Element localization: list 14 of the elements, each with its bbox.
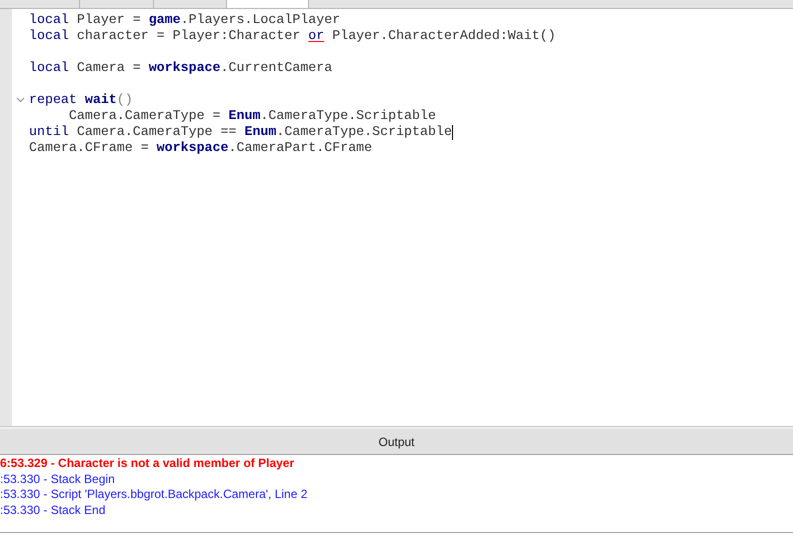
code-line: local character = Player:Character or Player.CharacterAdded:Wait(): [29, 28, 556, 44]
code-line: Camera.CFrame = workspace.CameraPart.CFrame: [29, 140, 372, 156]
code-line: Camera.CameraType = Enum.CameraType.Scriptable: [68, 108, 436, 124]
code-line: local Player = game.Players.LocalPlayer: [29, 12, 340, 28]
log-message: :53.330 - Stack End: [0, 502, 106, 518]
fold-chevron-icon[interactable]: [16, 97, 25, 103]
code-line: until Camera.CameraType == Enum.CameraType.Scriptable: [29, 124, 452, 140]
log-message: :53.330 - Script 'Players.bbgrot.Backpack.Camera', Line 2: [0, 487, 308, 502]
log-message: :53.330 - Stack Begin: [0, 472, 115, 487]
error-message: 6:53.329 - Character is not a valid member of Player: [0, 456, 294, 472]
code-line: local Camera = workspace.CurrentCamera: [29, 60, 332, 76]
code-line: repeat wait(): [29, 92, 133, 108]
editor-tab[interactable]: [227, 0, 309, 8]
output-title: Output: [378, 434, 415, 450]
